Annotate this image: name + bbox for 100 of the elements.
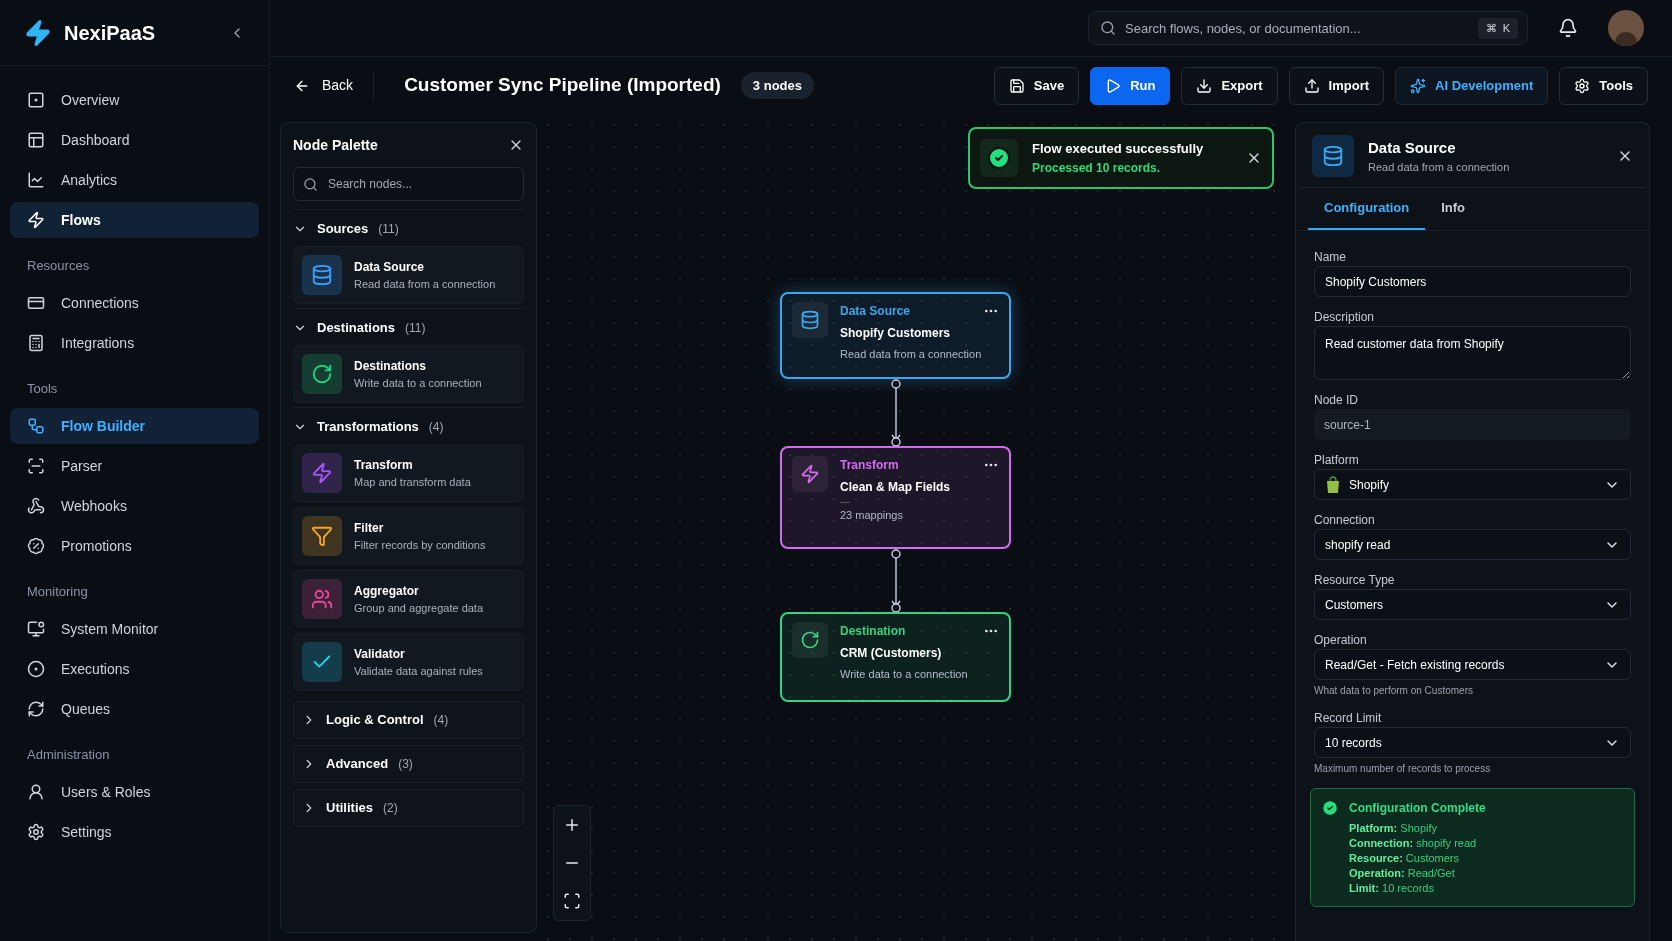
field-label: Node ID bbox=[1314, 392, 1360, 409]
select-field[interactable]: Customers bbox=[1314, 589, 1631, 620]
item-title: Filter bbox=[354, 519, 385, 537]
database-icon bbox=[1322, 145, 1344, 167]
field-label: Resource Type bbox=[1314, 572, 1396, 589]
summary-line: Resource: Customers bbox=[1349, 851, 1461, 866]
filter-icon bbox=[311, 525, 333, 547]
text-field[interactable]: Shopify Customers bbox=[1314, 266, 1631, 297]
panel-tab[interactable]: Info bbox=[1425, 188, 1482, 230]
node-name: Shopify Customers bbox=[840, 325, 951, 342]
toolbar-button[interactable]: AI Development bbox=[1395, 66, 1549, 105]
check-circle-icon bbox=[987, 146, 1011, 170]
logo-icon bbox=[24, 18, 52, 47]
save-icon bbox=[1008, 77, 1025, 94]
nav-item[interactable]: Webhooks bbox=[10, 488, 259, 524]
read-only-field: source-1 bbox=[1314, 409, 1631, 440]
select-field[interactable]: shopify read bbox=[1314, 529, 1631, 560]
palette-item[interactable]: Filter Filter records by conditions bbox=[293, 507, 524, 565]
circle-icon bbox=[27, 660, 45, 678]
scan-icon bbox=[27, 457, 45, 475]
search-field[interactable]: Search nodes... bbox=[293, 167, 524, 201]
node-name: CRM (Customers) bbox=[840, 645, 943, 662]
group-header[interactable]: Sources (11) bbox=[293, 212, 524, 246]
user-icon bbox=[27, 783, 45, 801]
flow-node[interactable]: Transform Clean & Map Fields 23 mappings bbox=[780, 446, 1011, 549]
nav-item[interactable]: Executions bbox=[10, 651, 259, 687]
group-header[interactable]: Utilities (2) bbox=[293, 789, 524, 827]
node-count-badge: 3 nodes bbox=[740, 71, 814, 100]
nav-item[interactable]: Flow Builder bbox=[10, 408, 259, 444]
field-label: Operation bbox=[1314, 632, 1368, 649]
brand-name: NexiPaaS bbox=[64, 20, 156, 46]
group-header[interactable]: Transformations (4) bbox=[293, 410, 524, 444]
nav-item[interactable]: System Monitor bbox=[10, 611, 259, 647]
summary-line: Connection: shopify read bbox=[1349, 836, 1478, 851]
field-hint: What data to perform on Customers bbox=[1314, 684, 1474, 698]
section-heading: Resources bbox=[26, 257, 91, 276]
nav-item[interactable]: Integrations bbox=[10, 325, 259, 361]
palette-item[interactable]: Validator Validate data against rules bbox=[293, 633, 524, 691]
group-header[interactable]: Advanced (3) bbox=[293, 745, 524, 783]
nav-item[interactable]: Flows bbox=[10, 202, 259, 238]
play-icon bbox=[1105, 77, 1122, 94]
text-area[interactable]: Read customer data from Shopify bbox=[1314, 326, 1631, 380]
group-header[interactable]: Logic & Control (4) bbox=[293, 701, 524, 739]
nav-item[interactable]: Promotions bbox=[10, 528, 259, 564]
nav-item[interactable]: Settings bbox=[10, 814, 259, 850]
toolbar-button[interactable]: Import bbox=[1288, 66, 1385, 105]
toast-message: Processed 10 records. bbox=[1032, 159, 1162, 177]
fit-view-icon[interactable] bbox=[563, 892, 581, 910]
flow-node[interactable]: Destination CRM (Customers) Write data to a connection bbox=[780, 612, 1011, 702]
download-icon bbox=[1196, 77, 1213, 94]
palette-item[interactable]: Destinations Write data to a connection bbox=[293, 345, 524, 403]
nav-item[interactable]: Users & Roles bbox=[10, 774, 259, 810]
panel-tab[interactable]: Configuration bbox=[1308, 188, 1426, 230]
select-field[interactable]: 10 records bbox=[1314, 727, 1631, 758]
nav-item[interactable]: Parser bbox=[10, 448, 259, 484]
flow-title: Customer Sync Pipeline (Imported) bbox=[404, 73, 721, 98]
item-description: Validate data against rules bbox=[354, 663, 483, 679]
avatar[interactable] bbox=[1608, 10, 1644, 46]
toolbar-button[interactable]: Save bbox=[993, 66, 1080, 105]
flow-node[interactable]: Data Source Shopify Customers Read data from a connection bbox=[780, 292, 1011, 379]
item-title: Data Source bbox=[354, 258, 426, 276]
item-title: Destinations bbox=[354, 357, 427, 375]
item-title: Transform bbox=[354, 456, 414, 474]
search-icon bbox=[1100, 20, 1116, 36]
toolbar-button[interactable]: Export bbox=[1181, 66, 1278, 105]
notification-icon[interactable] bbox=[1558, 18, 1578, 38]
field-label: Connection bbox=[1314, 512, 1376, 529]
select-field[interactable]: Read/Get - Fetch existing records bbox=[1314, 649, 1631, 680]
nav-item[interactable]: Connections bbox=[10, 285, 259, 321]
palette-item[interactable]: Aggregator Group and aggregate data bbox=[293, 570, 524, 628]
item-title: Validator bbox=[354, 645, 406, 663]
field-hint: Maximum number of records to process bbox=[1314, 762, 1492, 776]
lightning-icon bbox=[311, 462, 333, 484]
section-heading: Tools bbox=[26, 380, 59, 399]
nav-item[interactable]: Queues bbox=[10, 691, 259, 727]
nav-item[interactable]: Overview bbox=[10, 82, 259, 118]
item-description: Read data from a connection bbox=[354, 276, 496, 292]
square-icon bbox=[27, 91, 45, 109]
card-icon bbox=[27, 294, 45, 312]
chart-icon bbox=[27, 171, 45, 189]
nav-item[interactable]: Dashboard bbox=[10, 122, 259, 158]
badge-icon bbox=[27, 537, 45, 555]
toolbar-button[interactable]: Run bbox=[1090, 66, 1171, 105]
item-title: Aggregator bbox=[354, 582, 420, 600]
select-field[interactable]: Shopify bbox=[1314, 469, 1631, 500]
toolbar-button[interactable]: Tools bbox=[1559, 66, 1648, 105]
group-header[interactable]: Destinations (11) bbox=[293, 311, 524, 345]
back-button[interactable]: Back bbox=[294, 70, 375, 101]
summary-title: Configuration Complete bbox=[1349, 800, 1486, 817]
database-icon bbox=[311, 264, 333, 286]
nav-item[interactable]: Analytics bbox=[10, 162, 259, 198]
calculator-icon bbox=[27, 334, 45, 352]
palette-item[interactable]: Transform Map and transform data bbox=[293, 444, 524, 502]
item-description: Filter records by conditions bbox=[354, 537, 486, 553]
panel-subtitle: Read data from a connection bbox=[1368, 160, 1510, 175]
zoom-in-icon[interactable] bbox=[563, 816, 581, 834]
section-heading: Monitoring bbox=[26, 583, 89, 602]
palette-item[interactable]: Data Source Read data from a connection bbox=[293, 246, 524, 304]
search-icon bbox=[303, 177, 318, 192]
settings-icon bbox=[1574, 77, 1591, 94]
